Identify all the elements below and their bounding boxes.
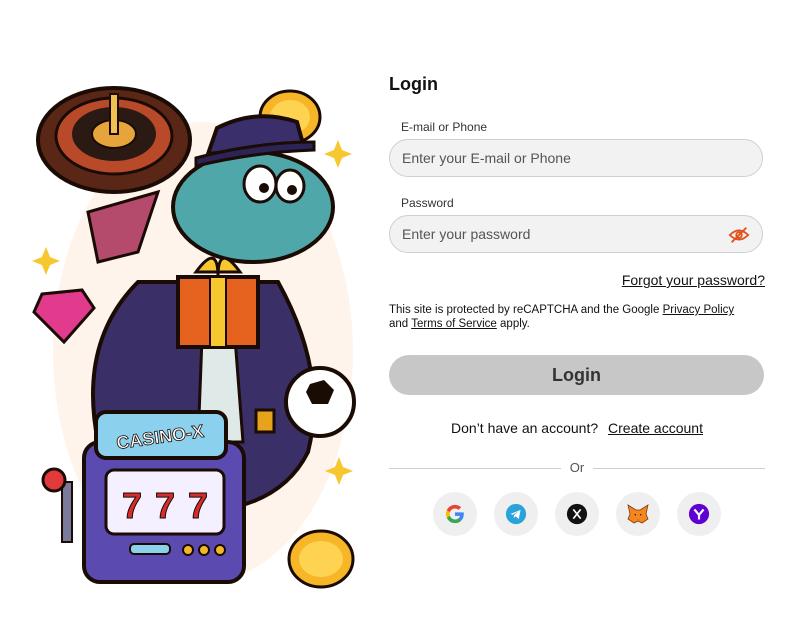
terms-of-service-link[interactable]: Terms of Service: [411, 318, 497, 330]
x-login-button[interactable]: [555, 492, 599, 536]
recaptcha-text-and: and: [389, 318, 409, 330]
no-account-text: Don’t have an account?: [451, 420, 599, 436]
login-button[interactable]: Login: [389, 355, 764, 395]
yahoo-icon: [688, 503, 710, 525]
casino-dragon-illustration: CASINO-X 7 7 7: [32, 86, 356, 589]
create-account-link[interactable]: Create account: [608, 420, 703, 436]
password-field-wrapper: [389, 215, 763, 253]
signup-prompt: Don’t have an account? Create account: [389, 420, 765, 436]
password-label: Password: [401, 196, 454, 210]
password-input[interactable]: [390, 216, 712, 252]
reel-1: 7: [122, 485, 142, 526]
privacy-policy-link[interactable]: Privacy Policy: [663, 304, 735, 316]
metamask-icon: [627, 504, 649, 524]
roulette-wheel: [36, 86, 192, 194]
google-icon: [445, 504, 464, 524]
recaptcha-text-prefix: This site is protected by reCAPTCHA and …: [389, 304, 660, 316]
metamask-login-button[interactable]: [616, 492, 660, 536]
or-divider: Or: [389, 460, 765, 476]
email-input[interactable]: [390, 140, 712, 176]
login-title: Login: [389, 74, 438, 94]
telegram-login-button[interactable]: [494, 492, 538, 536]
social-login-row: [433, 492, 723, 536]
eye-off-icon[interactable]: [728, 224, 750, 246]
email-label: E-mail or Phone: [401, 120, 488, 134]
telegram-icon: [505, 503, 527, 525]
recaptcha-text-suffix: apply.: [500, 318, 530, 330]
divider-line-right: [593, 468, 765, 469]
soccer-ball: [284, 366, 356, 438]
yahoo-login-button[interactable]: [677, 492, 721, 536]
email-field-wrapper: [389, 139, 763, 177]
x-icon: [566, 503, 588, 525]
forgot-password-link[interactable]: Forgot your password?: [622, 272, 765, 288]
reel-3: 7: [188, 485, 208, 526]
google-login-button[interactable]: [433, 492, 477, 536]
recaptcha-notice: This site is protected by reCAPTCHA and …: [389, 303, 765, 331]
reel-2: 7: [155, 485, 175, 526]
